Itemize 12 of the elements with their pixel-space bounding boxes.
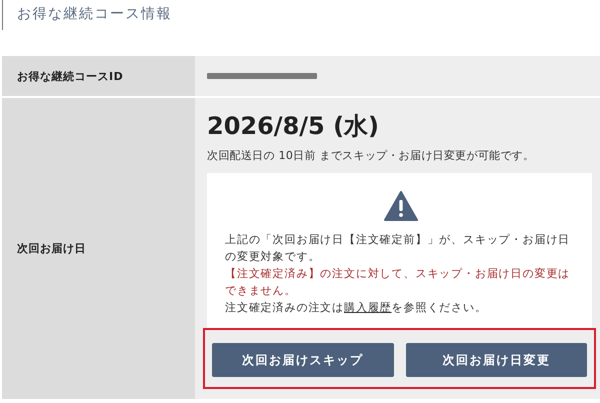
history-link[interactable]: 購入履歴	[344, 301, 392, 314]
action-button[interactable]: 次回お届けスキップ	[212, 343, 394, 377]
action-button[interactable]: 次回お届け日変更	[406, 343, 587, 377]
section-title: お得な継続コース情報	[2, 0, 600, 30]
notice-text: 注文確定済みの注文は購入履歴 を参照ください。	[225, 300, 488, 316]
deadline-note: 次回配送日の 10日前 までスキップ・お届け日変更が可能です。	[207, 148, 536, 163]
warning-icon	[384, 191, 418, 221]
row-label: 次回お届け日	[2, 98, 195, 399]
delivery-date: 2026/8/5 (水)	[207, 111, 380, 142]
warning-text: 【注文確定済み】の注文に対して、スキップ・お届け日の変更はできません。	[225, 266, 572, 299]
row-label: お得な継続コースID	[2, 56, 195, 96]
notice-text: 上記の「次回お届け日【注文確定前】」が、スキップ・お届け日の変更対象です。	[225, 232, 572, 265]
